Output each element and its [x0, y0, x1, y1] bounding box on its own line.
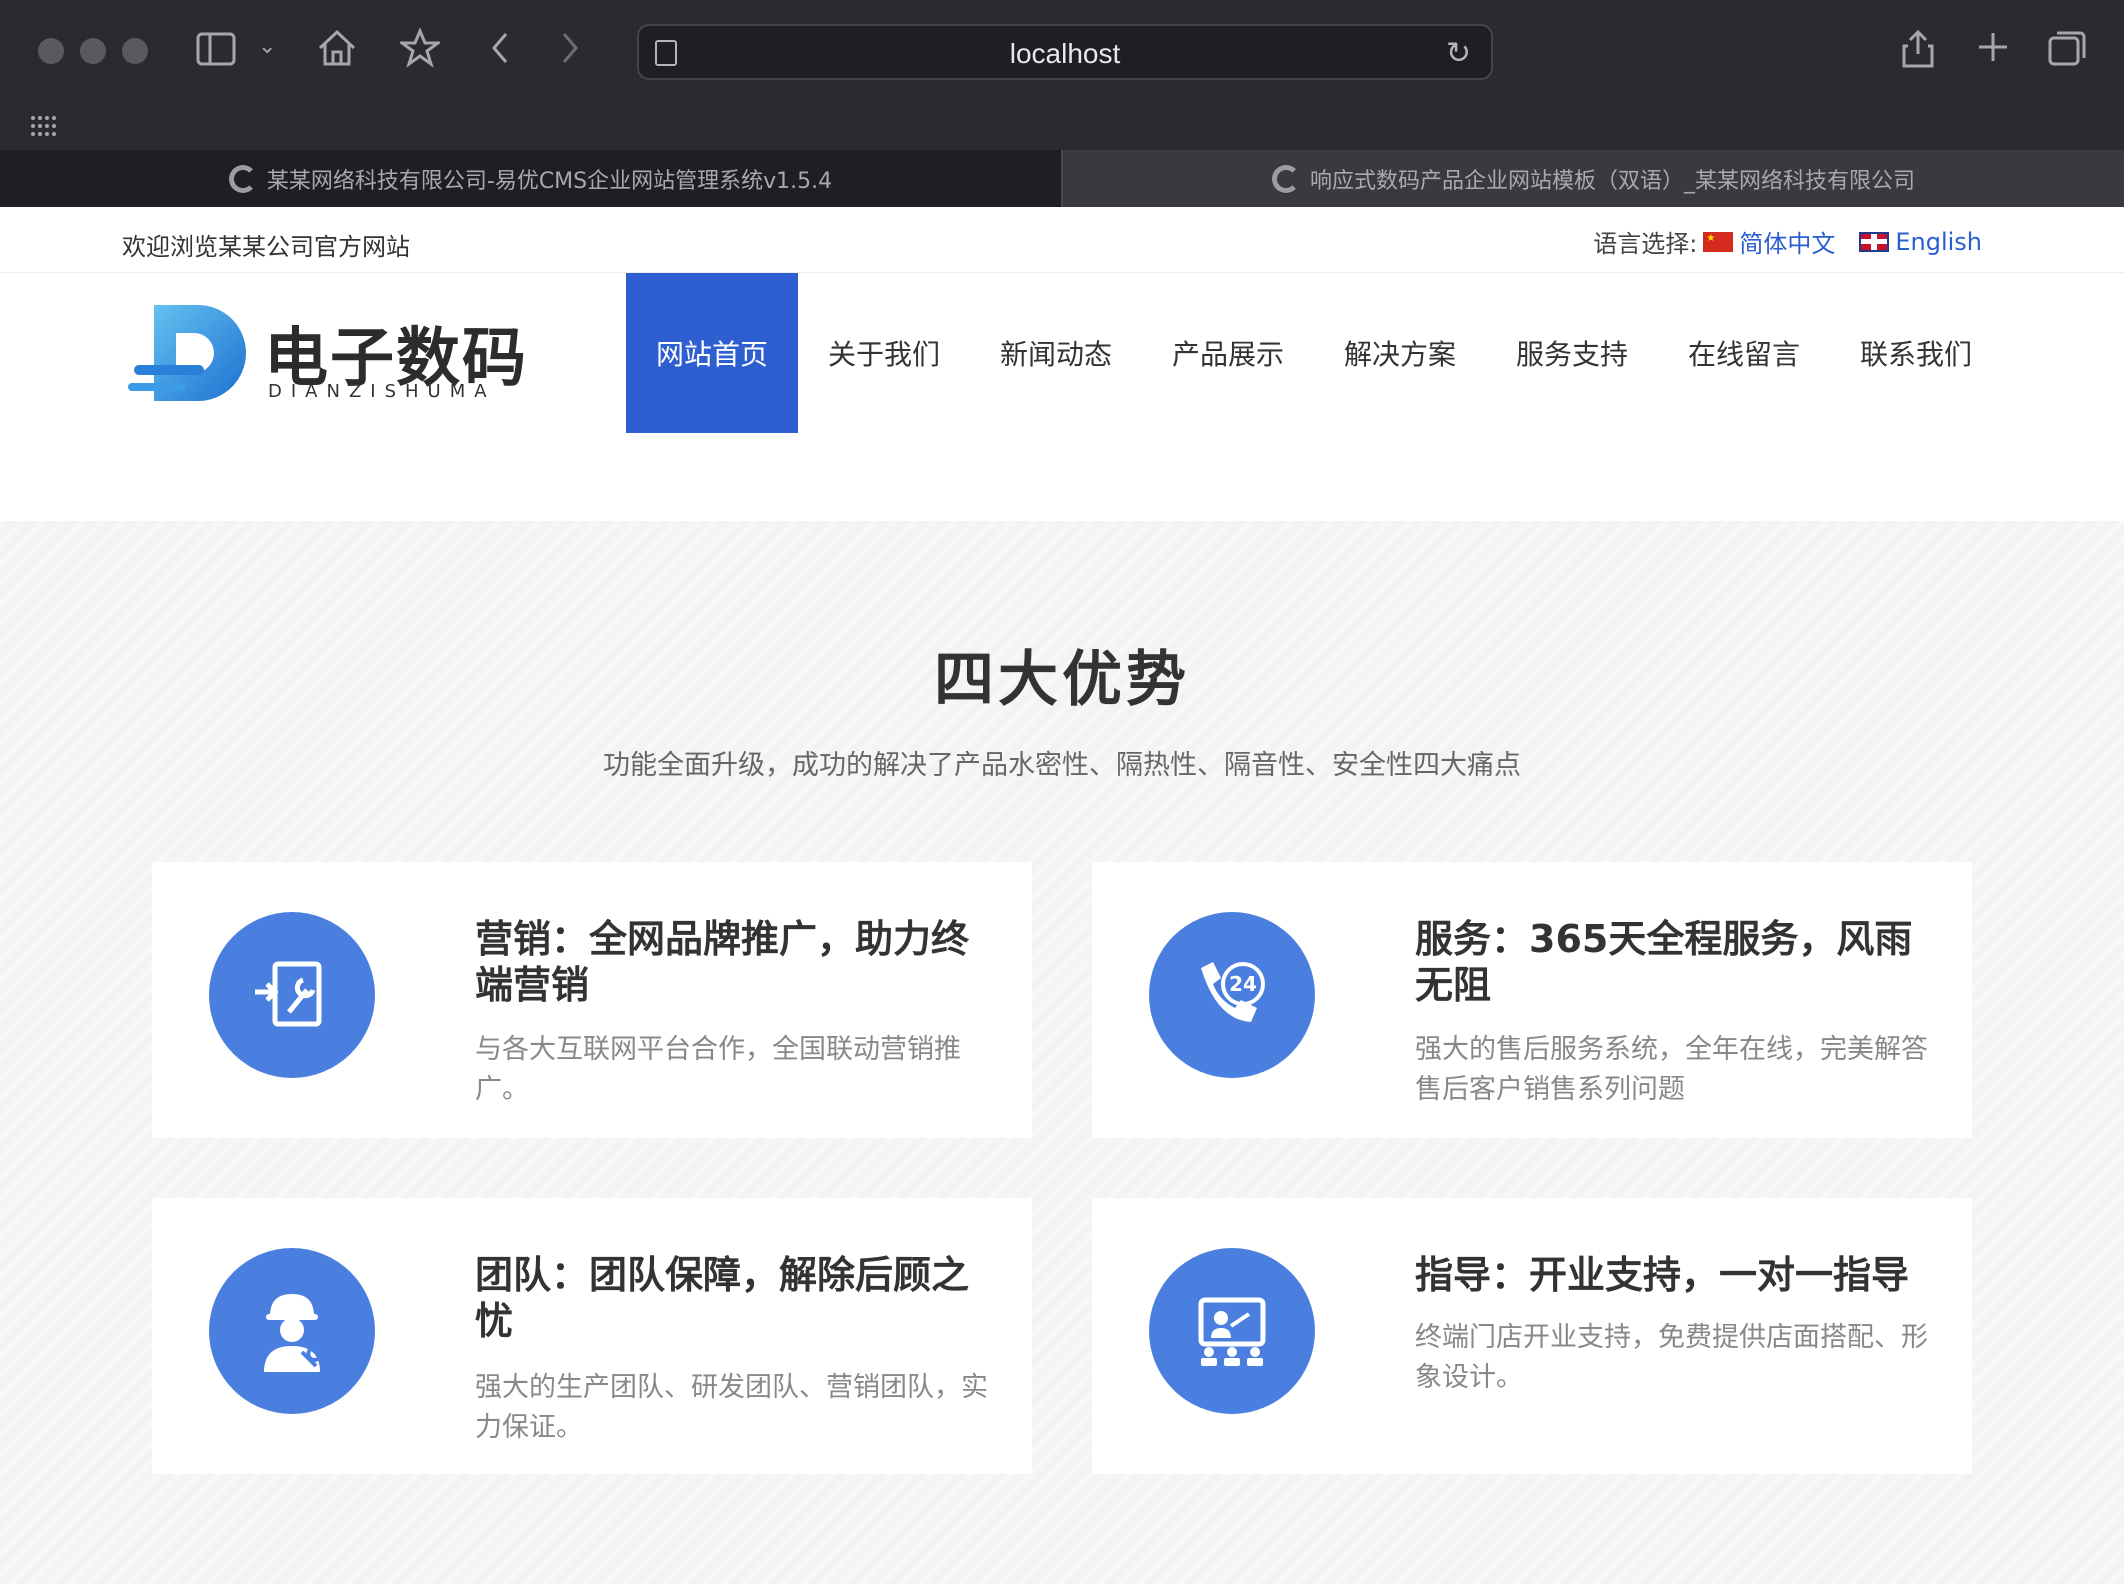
forward-icon[interactable] — [558, 30, 582, 73]
site-topbar: 欢迎浏览某某公司官方网站 语言选择: 简体中文 English — [0, 207, 2124, 273]
browser-tab-1[interactable]: 某某网络科技有限公司-易优CMS企业网站管理系统v1.5.4 — [0, 150, 1063, 207]
home-icon[interactable] — [316, 28, 358, 75]
china-flag-icon — [1703, 231, 1734, 252]
section-title: 四大优势 — [934, 645, 1190, 715]
share-icon[interactable] — [1900, 28, 1936, 77]
browser-tab-label: 响应式数码产品企业网站模板（双语）_某某网络科技有限公司 — [1309, 168, 1915, 194]
site-header: 电子数码 DIANZISHUMA 网站首页 关于我们 新闻动态 产品展示 解决方… — [0, 273, 2124, 521]
reload-icon[interactable]: ↻ — [1446, 36, 1471, 71]
logo-d-icon — [128, 305, 246, 401]
sidebar-icon[interactable] — [196, 32, 236, 73]
card-title: 指导：开业支持，一对一指导 — [1415, 1253, 1910, 1297]
browser-tab-2[interactable]: 响应式数码产品企业网站模板（双语）_某某网络科技有限公司 — [1063, 150, 2124, 207]
phone-24-icon: 24 — [1149, 912, 1315, 1078]
close-window-button[interactable] — [38, 38, 64, 64]
advantage-card-team[interactable]: 团队：团队保障，解除后顾之忧 强大的生产团队、研发团队、营销团队，实力保证。 — [152, 1198, 1032, 1474]
nav-news[interactable]: 新闻动态 — [970, 273, 1142, 433]
uk-flag-icon — [1859, 231, 1890, 252]
site-favicon-icon — [1271, 164, 1300, 193]
engineer-icon — [209, 1248, 375, 1414]
lang-en-link[interactable]: English — [1859, 228, 1982, 256]
zoom-window-button[interactable] — [122, 38, 148, 64]
apps-grid-icon[interactable] — [30, 108, 58, 144]
nav-home[interactable]: 网站首页 — [626, 273, 798, 433]
card-description: 与各大互联网平台合作，全国联动营销推广。 — [475, 1034, 961, 1105]
site-logo[interactable]: 电子数码 DIANZISHUMA — [128, 303, 528, 413]
advantage-card-service[interactable]: 24 服务：365天全程服务，风雨无阻 强大的售后服务系统，全年在线，完美解答售… — [1092, 862, 1972, 1138]
minimize-window-button[interactable] — [80, 38, 106, 64]
main-nav: 网站首页 关于我们 新闻动态 产品展示 解决方案 服务支持 在线留言 联系我们 — [626, 273, 2002, 433]
new-tab-icon[interactable] — [1976, 30, 2010, 71]
card-description: 终端门店开业支持，免费提供店面搭配、形象设计。 — [1415, 1322, 1928, 1393]
advantage-card-guidance[interactable]: 指导：开业支持，一对一指导 终端门店开业支持，免费提供店面搭配、形象设计。 — [1092, 1198, 1972, 1474]
lang-zh-label: 简体中文 — [1739, 230, 1836, 258]
browser-tab-bar: 某某网络科技有限公司-易优CMS企业网站管理系统v1.5.4 响应式数码产品企业… — [0, 150, 2124, 207]
svg-text:24: 24 — [1229, 972, 1257, 996]
lang-en-label: English — [1895, 227, 1982, 256]
card-title: 团队：团队保障，解除后顾之忧 — [475, 1253, 970, 1343]
chevron-down-icon[interactable]: ⌄ — [258, 36, 276, 58]
advantage-card-marketing[interactable]: 营销：全网品牌推广，助力终端营销 与各大互联网平台合作，全国联动营销推广。 — [152, 862, 1032, 1138]
bookmark-star-icon[interactable] — [397, 27, 443, 75]
site-favicon-icon — [228, 164, 257, 193]
marketing-tool-icon — [209, 912, 375, 1078]
nav-support[interactable]: 服务支持 — [1486, 273, 1658, 433]
advantages-section: 四大优势 功能全面升级，成功的解决了产品水密性、隔热性、隔音性、安全性四大痛点 … — [0, 521, 2124, 1584]
card-description: 强大的生产团队、研发团队、营销团队，实力保证。 — [475, 1372, 988, 1443]
browser-toolbar: ⌄ localhost ↻ — [0, 0, 2124, 150]
language-selector: 语言选择: 简体中文 English — [1593, 224, 1982, 259]
window-controls — [38, 38, 148, 64]
section-subtitle: 功能全面升级，成功的解决了产品水密性、隔热性、隔音性、安全性四大痛点 — [603, 750, 1521, 781]
card-title: 营销：全网品牌推广，助力终端营销 — [475, 917, 970, 1007]
nav-message[interactable]: 在线留言 — [1658, 273, 1830, 433]
language-label: 语言选择: — [1593, 230, 1698, 258]
back-icon[interactable] — [488, 30, 512, 73]
nav-contact[interactable]: 联系我们 — [1830, 273, 2002, 433]
nav-products[interactable]: 产品展示 — [1142, 273, 1314, 433]
logo-subtitle: DIANZISHUMA — [268, 381, 496, 402]
card-title: 服务：365天全程服务，风雨无阻 — [1415, 917, 1913, 1007]
welcome-text: 欢迎浏览某某公司官方网站 — [122, 233, 410, 261]
browser-tab-label: 某某网络科技有限公司-易优CMS企业网站管理系统v1.5.4 — [266, 168, 833, 194]
url-text: localhost — [1009, 38, 1121, 69]
nav-solutions[interactable]: 解决方案 — [1314, 273, 1486, 433]
lang-zh-link[interactable]: 简体中文 — [1703, 224, 1835, 259]
address-bar[interactable]: localhost ↻ — [637, 24, 1493, 80]
card-description: 强大的售后服务系统，全年在线，完美解答售后客户销售系列问题 — [1415, 1034, 1928, 1105]
tab-overview-icon[interactable] — [2048, 30, 2086, 73]
nav-about[interactable]: 关于我们 — [798, 273, 970, 433]
presentation-icon — [1149, 1248, 1315, 1414]
